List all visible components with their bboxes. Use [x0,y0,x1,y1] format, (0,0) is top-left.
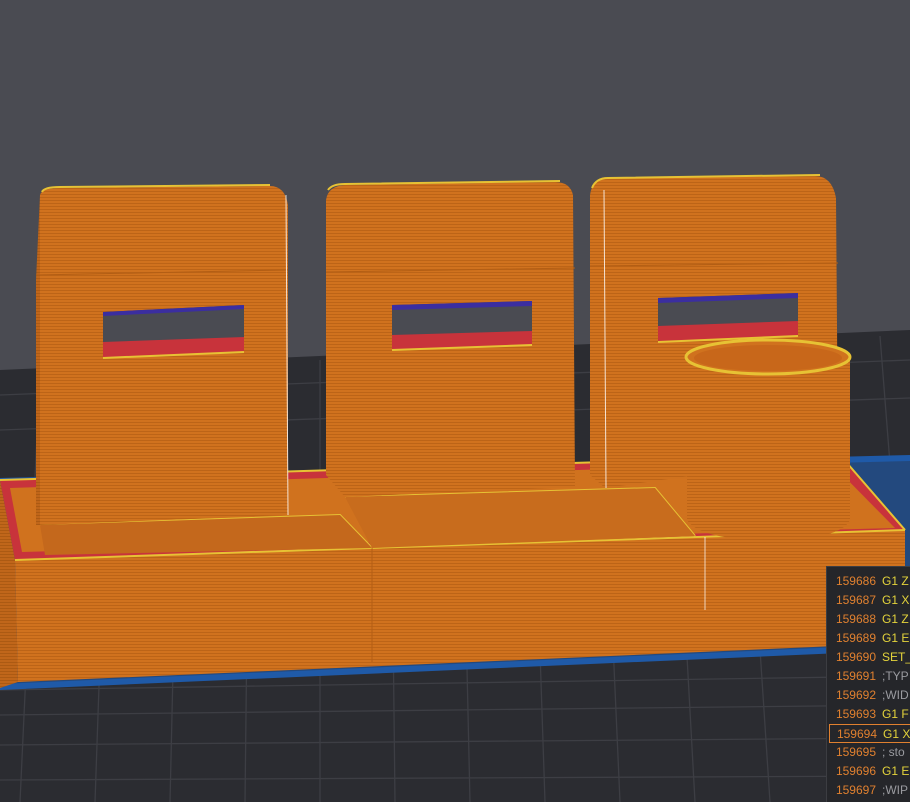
gcode-line-selected[interactable]: 159694 G1 X [829,724,910,743]
gcode-line-command: G1 X [882,593,910,607]
gcode-line-command: G1 E [882,631,910,645]
gcode-line[interactable]: 159689 G1 E [829,629,910,648]
gcode-line-command: G1 X [883,727,910,741]
gcode-line-command: G1 Z [882,574,909,588]
gcode-line-number: 159690 [835,650,876,664]
cylinder-cup [684,338,852,540]
gcode-viewer-panel[interactable]: 159686 G1 Z 159687 G1 X 159688 G1 Z 159689 G1 E… [826,566,910,802]
gcode-line-number: 159688 [835,612,876,626]
mount-middle [325,180,576,497]
gcode-line-command: G1 E [882,764,910,778]
gcode-line-number: 159689 [835,631,876,645]
gcode-line-number: 159697 [835,783,876,797]
3d-preview-viewport[interactable] [0,0,910,802]
gcode-line[interactable]: 159687 G1 X [829,591,910,610]
gcode-line-number: 159692 [835,688,876,702]
gcode-line-command: G1 Z [882,612,909,626]
gcode-line-number: 159693 [835,707,876,721]
gcode-line[interactable]: 159691 ;TYP [829,667,910,686]
gcode-line-number: 159687 [835,593,876,607]
gcode-line-command: ;TYP [882,669,909,683]
gcode-line-command: ; sto [882,745,905,759]
gcode-line-command: G1 F [882,707,909,721]
gcode-line-command: ;WID [882,688,909,702]
gcode-line[interactable]: 159697 ;WIP [829,781,910,800]
gcode-line-number: 159694 [836,727,877,741]
gcode-line-number: 159695 [835,745,876,759]
gcode-line[interactable]: 159692 ;WID [829,686,910,705]
gcode-line[interactable]: 159686 G1 Z [829,572,910,591]
gcode-line[interactable]: 159693 G1 F [829,705,910,724]
mount-left [35,184,289,525]
gcode-line-command: SET_ [882,650,910,664]
gcode-line-command: ;WIP [882,783,908,797]
gcode-line-number: 159691 [835,669,876,683]
gcode-line[interactable]: 159690 SET_ [829,648,910,667]
gcode-line-number: 159696 [835,764,876,778]
gcode-line-number: 159686 [835,574,876,588]
gcode-line[interactable]: 159696 G1 E [829,762,910,781]
gcode-line[interactable]: 159688 G1 Z [829,610,910,629]
gcode-line[interactable]: 159695 ; sto [829,743,910,762]
